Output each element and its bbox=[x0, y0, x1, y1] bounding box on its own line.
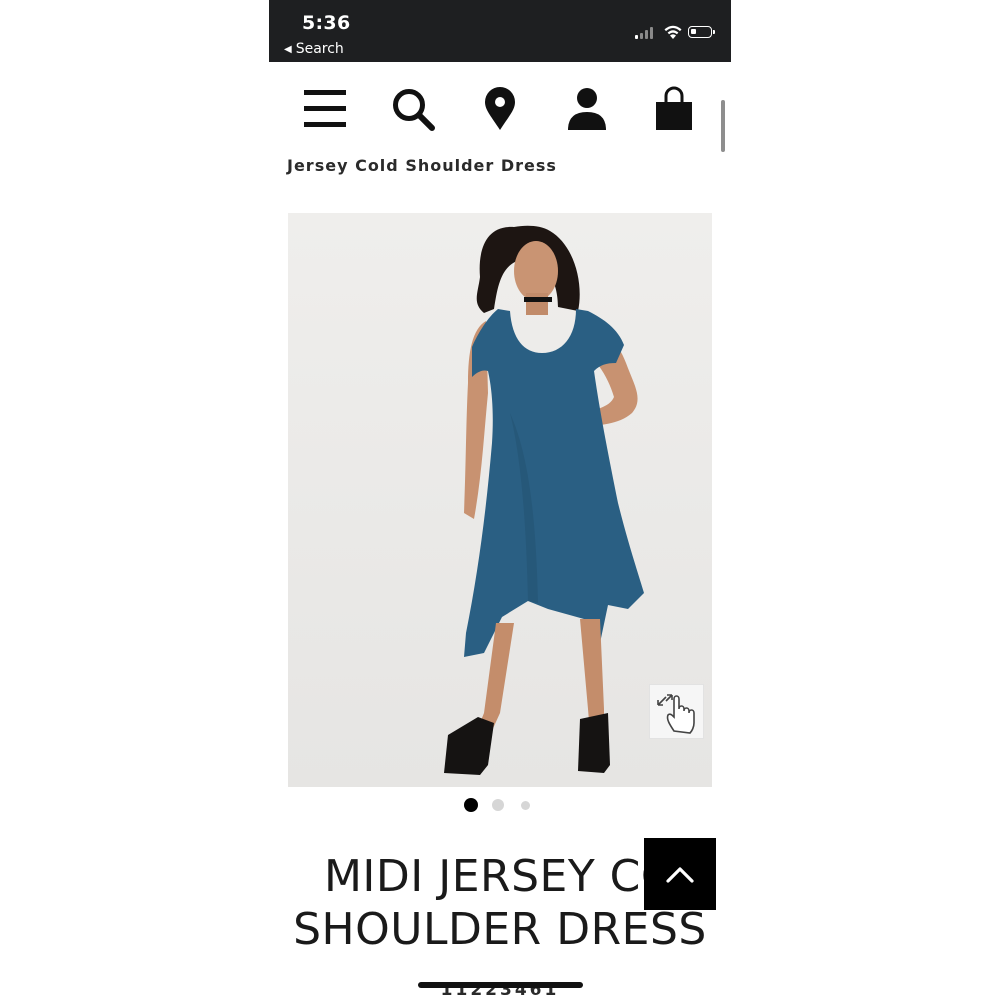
carousel-dot-1[interactable] bbox=[464, 798, 478, 812]
wifi-icon bbox=[664, 25, 682, 39]
shopping-bag-icon[interactable] bbox=[651, 86, 697, 132]
carousel-dot-2[interactable] bbox=[492, 799, 504, 811]
menu-icon[interactable] bbox=[302, 86, 348, 132]
scroll-to-top-button[interactable] bbox=[644, 838, 716, 910]
back-app-label: Search bbox=[295, 41, 344, 57]
cellular-signal-icon bbox=[635, 27, 657, 39]
battery-icon bbox=[688, 26, 715, 38]
breadcrumb[interactable]: Jersey Cold Shoulder Dress bbox=[287, 156, 557, 175]
status-bar: 5:36 ◀ Search bbox=[269, 0, 731, 62]
back-triangle-icon: ◀ bbox=[284, 44, 292, 55]
zoom-gesture-icon[interactable] bbox=[649, 684, 704, 739]
top-navigation bbox=[269, 62, 731, 152]
carousel-dots bbox=[269, 797, 731, 813]
chevron-up-icon bbox=[666, 867, 694, 883]
product-image[interactable] bbox=[288, 213, 712, 787]
search-icon[interactable] bbox=[390, 86, 436, 132]
store-locator-icon[interactable] bbox=[477, 86, 523, 132]
back-to-app-link[interactable]: ◀ Search bbox=[284, 41, 344, 57]
home-indicator[interactable] bbox=[418, 982, 583, 988]
phone-screen: 5:36 ◀ Search Jersey Cold Shoulder Dress… bbox=[269, 0, 731, 1000]
status-time: 5:36 bbox=[302, 12, 351, 34]
carousel-dot-3[interactable] bbox=[521, 801, 530, 810]
account-icon[interactable] bbox=[564, 86, 610, 132]
scroll-indicator bbox=[721, 100, 725, 152]
product-title-line-2: SHOULDER DRESS bbox=[293, 904, 707, 955]
